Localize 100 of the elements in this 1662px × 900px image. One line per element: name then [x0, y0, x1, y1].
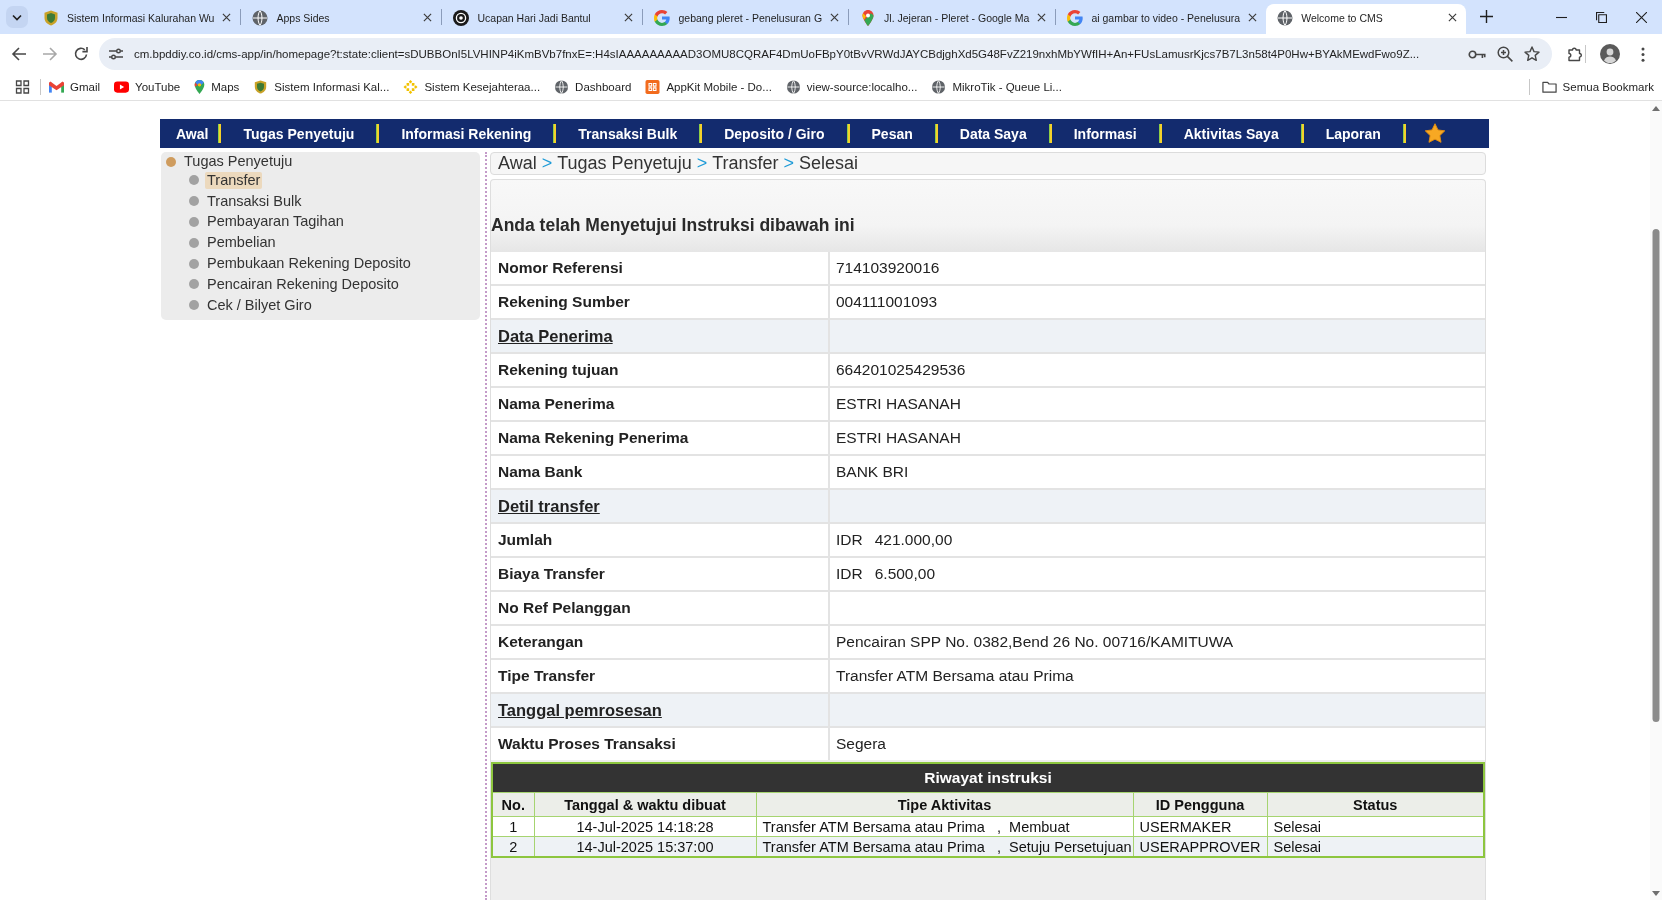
nav-menu-item[interactable]: Laporan — [1303, 125, 1403, 142]
column-header: Tipe Aktivitas — [756, 792, 1133, 817]
nav-menu-item[interactable]: Awal — [176, 125, 219, 142]
column-header: Tanggal & waktu dibuat — [534, 792, 756, 817]
field-label: Keterangan — [491, 626, 828, 658]
section-heading: Data Penerima — [491, 320, 828, 352]
field-value: Transfer ATM Bersama atau Prima — [830, 660, 1485, 692]
chevron-down-icon[interactable] — [6, 6, 28, 28]
field-value: Segera — [830, 728, 1485, 760]
bookmark-item[interactable]: YouTube — [114, 80, 181, 94]
puzzle-icon[interactable] — [1567, 46, 1583, 62]
browser-tab[interactable]: Welcome to CMS — [1266, 4, 1467, 34]
address-bar[interactable]: cm.bpddiy.co.id/cms-app/in/homepage?t:state:client=sDUBBOnI5LVHINP4iKmBVb7fnxE=:H4sIAAAAAAAAAD3OMU8CQRAF4DmUoFBpY0tBvVRWdJAYCBdjghXd5G48FvZ219nxhMbYWfIH+An+FUsLamusrKjcs7B7L3n58t4P0Hw+BYAkMEwdFwo9Z... — [99, 38, 1552, 70]
bookmark-item[interactable]: AppKit Mobile - Do... — [645, 80, 772, 94]
back-arrow-icon[interactable] — [11, 46, 27, 62]
mail-icon — [49, 80, 64, 94]
zoom-icon[interactable] — [1497, 46, 1513, 62]
bullet-icon — [189, 258, 199, 269]
nav-menu-item[interactable]: Tugas Penyetuju — [221, 125, 377, 142]
globe-icon — [1277, 9, 1294, 26]
g-logo-icon — [654, 9, 671, 26]
sidebar-item[interactable]: Pembukaan Rekening Deposito — [205, 255, 413, 273]
avatar-icon[interactable] — [1600, 44, 1620, 64]
breadcrumb-separator: > — [783, 153, 795, 174]
bullet-icon — [166, 156, 176, 167]
browser-tab[interactable]: Jl. Jejeran - Pleret - Google Ma — [849, 4, 1056, 34]
section-heading: Detil transfer — [491, 490, 828, 522]
field-label: Nama Rekening Penerima — [491, 422, 828, 454]
bookmark-item[interactable]: Gmail — [49, 80, 101, 94]
plus-icon[interactable] — [1480, 10, 1494, 23]
browser-tab[interactable]: gebang pleret - Penelusuran G — [643, 4, 849, 34]
field-label: Rekening tujuan — [491, 354, 828, 386]
sidebar-item[interactable]: Pembayaran Tagihan — [205, 213, 346, 231]
browser-tab[interactable]: Apps Sides — [241, 4, 442, 34]
field-value: Pencairan SPP No. 0382,Bend 26 No. 00716/KAMITUWA — [830, 626, 1485, 658]
browser-tab[interactable]: Sistem Informasi Kalurahan Wu — [32, 4, 241, 34]
key-icon[interactable] — [1468, 48, 1486, 60]
bookmark-item[interactable]: Sistem Kesejahteraa... — [403, 80, 541, 94]
bookmark-item[interactable]: Maps — [194, 80, 240, 94]
breadcrumb-item[interactable]: Transfer — [712, 153, 779, 174]
globe-icon — [554, 80, 570, 94]
nav-menu-item[interactable]: Informasi — [1051, 125, 1159, 142]
nav-menu-item[interactable]: Data Saya — [937, 125, 1049, 142]
page-heading: Anda telah Menyetujui Instruksi dibawah ini — [491, 214, 855, 236]
field-label: Nomor Referensi — [491, 252, 828, 284]
close-icon[interactable] — [1448, 13, 1458, 22]
breadcrumb-item[interactable]: Awal — [498, 153, 537, 174]
sidebar-item[interactable]: Pembelian — [205, 234, 278, 252]
star-icon[interactable] — [1423, 123, 1446, 144]
map-pin-icon — [194, 80, 206, 94]
bookmark-item[interactable]: view-source:localho... — [785, 80, 918, 94]
restore-icon[interactable] — [1596, 11, 1607, 23]
currency-code: IDR — [836, 565, 863, 583]
close-icon[interactable] — [423, 13, 433, 22]
apps-grid-icon[interactable] — [15, 80, 30, 94]
nav-menu-item[interactable]: Deposito / Giro — [702, 125, 847, 142]
nav-menu-item[interactable]: Informasi Rekening — [379, 125, 554, 142]
breadcrumb-separator: > — [696, 153, 708, 174]
table-cell: 2 — [492, 836, 534, 857]
close-icon[interactable] — [624, 13, 634, 22]
site-settings-icon[interactable] — [108, 46, 124, 62]
sidebar-item[interactable]: Tugas Penyetuju — [182, 153, 295, 170]
sidebar-item[interactable]: Pencairan Rekening Deposito — [205, 275, 401, 293]
table-cell: Transfer ATM Bersama atau Prima , Setuju Persetujuan — [756, 836, 1133, 857]
bookmark-folder[interactable]: Semua Bookmark — [1541, 80, 1654, 94]
nav-menu-item[interactable]: Pesan — [849, 125, 935, 142]
bullet-icon — [189, 279, 199, 290]
column-header: ID Pengguna — [1133, 792, 1267, 817]
table-title: Riwayat instruksi — [492, 763, 1484, 793]
reload-icon[interactable] — [73, 46, 89, 62]
amount-value: 421.000,00 — [874, 531, 953, 549]
field-label: Rekening Sumber — [491, 286, 828, 318]
close-icon[interactable] — [830, 13, 840, 22]
section-heading: Tanggal pemrosesan — [491, 694, 828, 726]
bookmark-item[interactable]: MikroTik - Queue Li... — [931, 80, 1062, 94]
sidebar-item[interactable]: Transfer — [205, 171, 263, 189]
field-label: Nama Bank — [491, 456, 828, 488]
close-icon[interactable] — [1037, 13, 1047, 22]
close-icon[interactable] — [1636, 11, 1647, 23]
sparkle-icon — [403, 80, 419, 94]
field-label: Jumlah — [491, 524, 828, 556]
bookmark-item[interactable]: Sistem Informasi Kal... — [253, 80, 390, 94]
menu-icon[interactable] — [1641, 46, 1645, 62]
nav-menu-item[interactable]: Transaksi Bulk — [556, 125, 700, 142]
close-icon[interactable] — [222, 13, 232, 22]
globe-icon — [931, 80, 947, 94]
nav-menu-item[interactable]: Aktivitas Saya — [1161, 125, 1301, 142]
bullet-icon — [189, 237, 199, 248]
browser-tab[interactable]: ai gambar to video - Penelusura — [1056, 4, 1267, 34]
round-logo-icon — [453, 9, 470, 26]
sidebar-item[interactable]: Cek / Bilyet Giro — [205, 296, 314, 314]
bookmark-star-icon[interactable] — [1524, 46, 1540, 62]
close-icon[interactable] — [1248, 13, 1258, 22]
field-value: 714103920016 — [830, 252, 1485, 284]
play-button-icon — [114, 80, 130, 94]
sidebar-item[interactable]: Transaksi Bulk — [205, 192, 304, 210]
breadcrumb-item[interactable]: Tugas Penyetuju — [557, 153, 692, 174]
browser-tab[interactable]: Ucapan Hari Jadi Bantul — [442, 4, 643, 34]
bullet-icon — [189, 300, 199, 311]
bookmark-item[interactable]: Dashboard — [554, 80, 632, 94]
